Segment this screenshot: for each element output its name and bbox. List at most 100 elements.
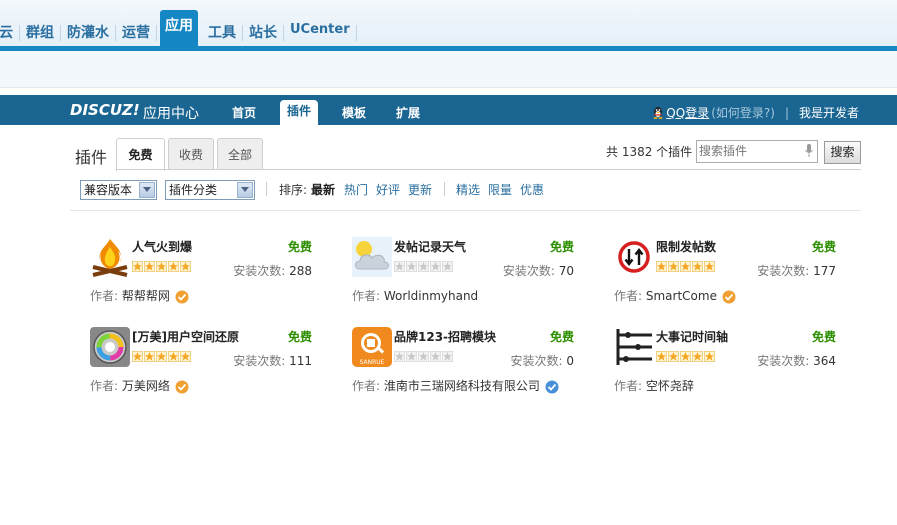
sort-updated[interactable]: 更新 bbox=[408, 181, 432, 198]
nav-separator bbox=[19, 25, 20, 41]
color-wheel-icon[interactable] bbox=[90, 327, 130, 367]
header-tab-extensions[interactable]: 扩展 bbox=[396, 104, 420, 121]
star-icon bbox=[680, 351, 691, 362]
star-icon bbox=[442, 261, 453, 272]
nav-item-ucenter[interactable]: UCenter bbox=[287, 18, 353, 46]
nav-item-cloud[interactable]: 云 bbox=[0, 18, 16, 46]
category-select[interactable]: 插件分类 bbox=[165, 180, 255, 200]
search-input[interactable] bbox=[697, 141, 799, 160]
plugin-author: 作者: Worldinmyhand bbox=[352, 288, 479, 304]
plugin-card[interactable]: 限制发帖数 免费 安装次数: 177 作者: SmartCome bbox=[614, 237, 836, 313]
qq-penguin-icon bbox=[653, 107, 663, 119]
plugin-author: 作者: 万美网络 bbox=[90, 377, 189, 394]
plugin-card[interactable]: 大事记时间轴 免费 安装次数: 364 作者: 空怀尧辞 bbox=[614, 327, 836, 403]
author-link[interactable]: 空怀尧辞 bbox=[646, 377, 694, 394]
sort-latest[interactable]: 最新 bbox=[311, 181, 335, 198]
plugin-name[interactable]: 发帖记录天气 bbox=[394, 238, 466, 255]
recruitment-icon[interactable]: SANRUE bbox=[352, 327, 392, 367]
search-button[interactable]: 搜索 bbox=[824, 141, 861, 164]
discuz-logo[interactable]: DISCUZ! bbox=[70, 101, 140, 119]
tab-paid[interactable]: 收费 bbox=[168, 138, 214, 170]
plugin-card[interactable]: 发帖记录天气 免费 安装次数: 70 作者: Worldinmyhand bbox=[352, 237, 574, 313]
tab-all[interactable]: 全部 bbox=[217, 138, 263, 170]
author-link[interactable]: SmartCome bbox=[646, 289, 717, 303]
plugin-name[interactable]: 人气火到爆 bbox=[132, 238, 192, 255]
install-count: 安装次数: 111 bbox=[233, 354, 312, 368]
admin-top-nav: 云 群组 防灌水 运营 应用 工具 站长 UCenter bbox=[0, 0, 897, 46]
author-link[interactable]: 帮帮帮网 bbox=[122, 287, 170, 304]
chevron-down-icon bbox=[139, 182, 155, 198]
nav-separator bbox=[242, 25, 243, 41]
header-tab-templates[interactable]: 模板 bbox=[342, 104, 366, 121]
nav-item-antispam[interactable]: 防灌水 bbox=[64, 18, 112, 46]
weather-cloud-icon[interactable] bbox=[352, 237, 392, 277]
header-tab-plugins[interactable]: 插件 bbox=[280, 100, 319, 125]
qq-login-link[interactable]: QQ登录 bbox=[666, 104, 709, 121]
verified-badge-icon bbox=[545, 380, 559, 393]
tag-featured[interactable]: 精选 bbox=[456, 181, 480, 198]
limit-sign-icon[interactable] bbox=[614, 237, 654, 277]
nav-separator bbox=[60, 25, 61, 41]
plugin-author: 作者: SmartCome bbox=[614, 287, 736, 304]
nav-item-tools[interactable]: 工具 bbox=[205, 18, 239, 46]
tab-free[interactable]: 免费 bbox=[116, 138, 165, 171]
bonfire-icon[interactable] bbox=[90, 237, 130, 277]
plugin-author: 作者: 淮南市三瑞网络科技有限公司 bbox=[352, 377, 559, 394]
star-icon bbox=[406, 351, 417, 362]
microphone-icon[interactable] bbox=[805, 144, 813, 158]
qq-login-help-link[interactable]: (如何登录?) bbox=[711, 104, 775, 121]
star-icon bbox=[132, 261, 143, 272]
plugin-card[interactable]: 人气火到爆 免费 安装次数: 288 作者: 帮帮帮网 bbox=[90, 237, 312, 313]
plugin-price: 免费 bbox=[287, 330, 312, 344]
star-icon bbox=[656, 351, 667, 362]
star-icon bbox=[168, 351, 179, 362]
nav-item-groups[interactable]: 群组 bbox=[23, 18, 57, 46]
plugin-name[interactable]: 品牌123-招聘模块 bbox=[394, 328, 496, 345]
install-count: 安装次数: 177 bbox=[757, 264, 836, 278]
plugin-name[interactable]: [万美]用户空间还原 bbox=[132, 328, 239, 345]
plugin-card[interactable]: [万美]用户空间还原 免费 安装次数: 111 作者: 万美网络 bbox=[90, 327, 312, 403]
version-select-value: 兼容版本 bbox=[84, 183, 133, 197]
nav-item-apps[interactable]: 应用 bbox=[160, 10, 198, 46]
star-icon bbox=[442, 351, 453, 362]
timeline-icon[interactable] bbox=[614, 327, 654, 367]
developer-link[interactable]: 我是开发者 bbox=[799, 104, 859, 121]
plugin-price: 免费 bbox=[549, 240, 574, 254]
nav-item-operations[interactable]: 运营 bbox=[119, 18, 153, 46]
star-icon bbox=[394, 261, 405, 272]
nav-separator bbox=[156, 25, 157, 41]
tag-limited[interactable]: 限量 bbox=[488, 181, 512, 198]
version-select[interactable]: 兼容版本 bbox=[80, 180, 157, 200]
nav-item-webmaster[interactable]: 站长 bbox=[246, 18, 280, 46]
nav-separator bbox=[355, 25, 357, 41]
author-link[interactable]: 万美网络 bbox=[122, 377, 170, 394]
star-icon bbox=[180, 351, 191, 362]
plugin-card[interactable]: SANRUE 品牌123-招聘模块 免费 安装次数: 0 作者: 淮南市三瑞网络… bbox=[352, 327, 574, 403]
sort-popular[interactable]: 热门 bbox=[344, 181, 368, 198]
author-link[interactable]: Worldinmyhand bbox=[384, 289, 478, 303]
rating-stars bbox=[132, 351, 191, 362]
star-icon bbox=[132, 351, 143, 362]
plugin-name[interactable]: 限制发帖数 bbox=[656, 238, 716, 255]
star-icon bbox=[144, 261, 155, 272]
author-link[interactable]: 淮南市三瑞网络科技有限公司 bbox=[384, 377, 540, 394]
filter-divider-line bbox=[70, 210, 861, 211]
chevron-down-icon bbox=[237, 182, 253, 198]
verified-badge-icon bbox=[175, 380, 189, 393]
star-icon bbox=[680, 261, 691, 272]
rating-stars bbox=[394, 261, 453, 272]
tag-discount[interactable]: 优惠 bbox=[520, 181, 544, 198]
sort-rating[interactable]: 好评 bbox=[376, 181, 400, 198]
install-count: 安装次数: 288 bbox=[233, 264, 312, 278]
plugin-name[interactable]: 大事记时间轴 bbox=[656, 328, 728, 345]
star-icon bbox=[668, 351, 679, 362]
star-icon bbox=[406, 261, 417, 272]
rating-stars bbox=[132, 261, 191, 272]
plugin-author: 作者: 空怀尧辞 bbox=[614, 377, 694, 394]
plugin-price: 免费 bbox=[287, 240, 312, 254]
header-tab-home[interactable]: 首页 bbox=[232, 104, 256, 121]
plugin-author: 作者: 帮帮帮网 bbox=[90, 287, 189, 304]
verified-badge-icon bbox=[175, 290, 189, 303]
star-icon bbox=[394, 351, 405, 362]
sort-label: 排序: bbox=[279, 183, 308, 197]
